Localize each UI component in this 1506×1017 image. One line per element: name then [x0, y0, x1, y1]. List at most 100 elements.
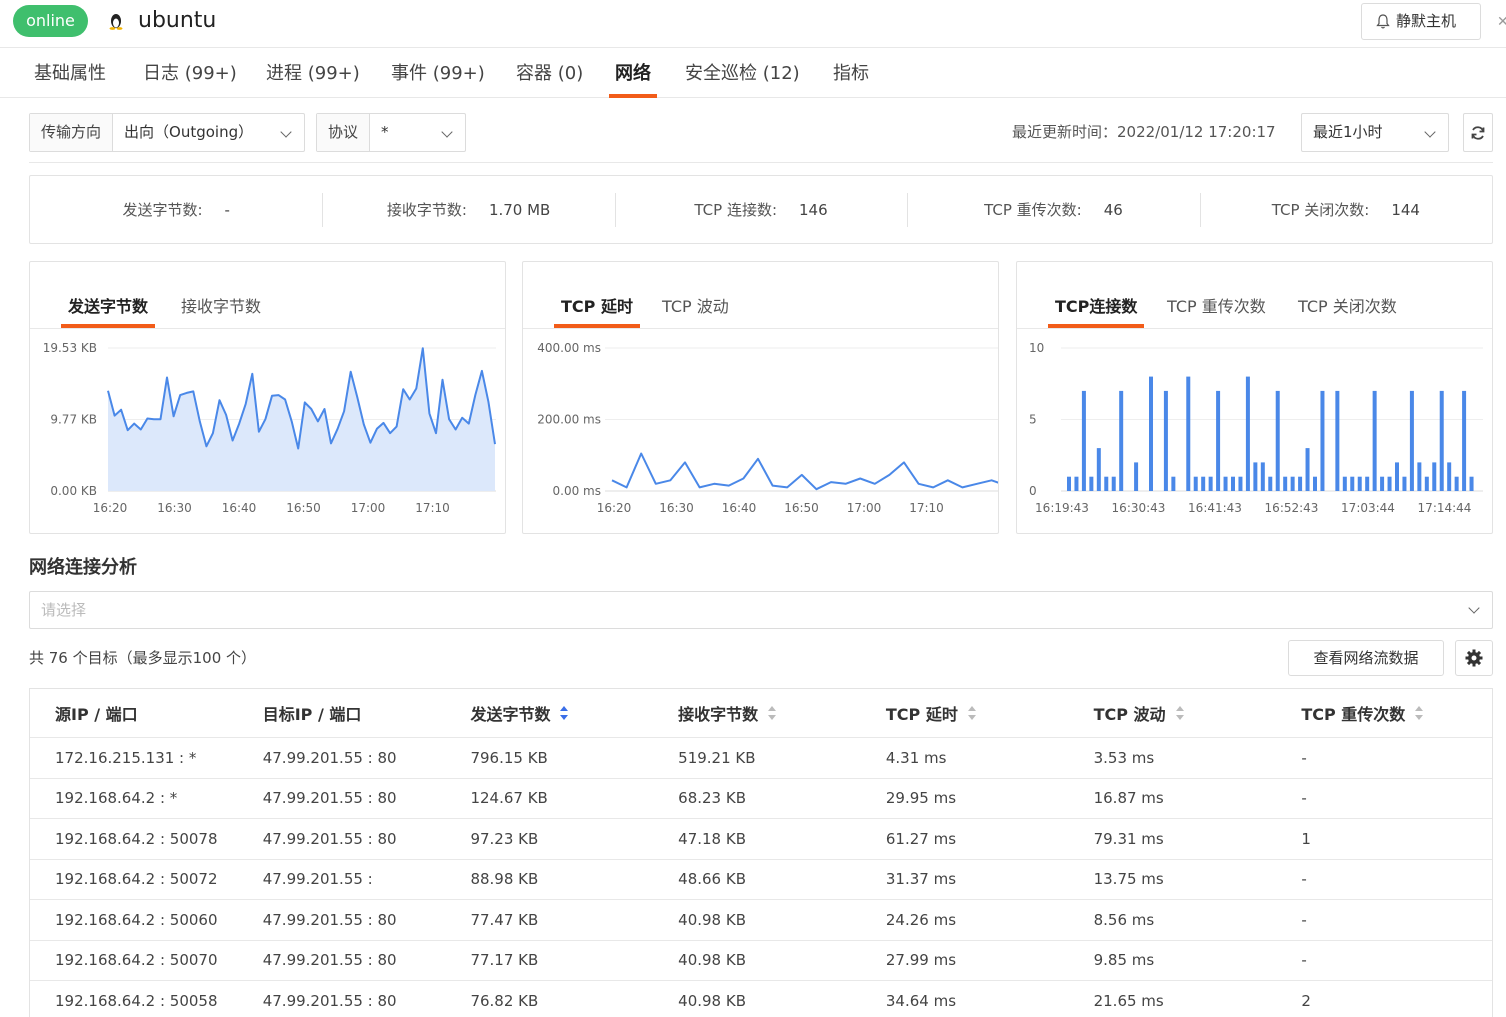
tab-tcp-retransmits[interactable]: TCP 重传次数: [1167, 296, 1266, 318]
tab-network[interactable]: 网络: [609, 49, 657, 98]
chevron-down-icon: [1468, 602, 1480, 614]
table-cell: 77.47 KB: [470, 910, 539, 929]
bar: [1163, 390, 1168, 491]
table-row[interactable]: 192.168.64.2 : 50078 47.99.201.55 : 80 97.…: [30, 819, 1492, 860]
table-cell: 47.99.201.55 :: [262, 870, 373, 889]
card-tabs: TCP 延时 TCP 波动: [523, 262, 998, 329]
target-select[interactable]: 请选择: [29, 591, 1493, 629]
bar: [1298, 476, 1303, 491]
tab-events[interactable]: 事件 (99+): [391, 49, 485, 98]
sort-icon[interactable]: [967, 706, 977, 720]
bar: [1260, 462, 1265, 491]
tab-processes[interactable]: 进程 (99+): [266, 49, 360, 98]
table-cell: -: [1301, 910, 1307, 929]
tab-tcp-jitter[interactable]: TCP 波动: [662, 296, 729, 318]
bar: [1439, 390, 1444, 491]
table-row[interactable]: 192.168.64.2 : 50058 47.99.201.55 : 80 76.…: [30, 981, 1492, 1017]
table-cell: 47.18 KB: [678, 829, 746, 848]
bar: [1305, 448, 1310, 491]
bar: [1193, 476, 1198, 491]
silence-host-button[interactable]: 静默主机: [1361, 3, 1481, 40]
table-row[interactable]: 192.168.64.2 : 50072 47.99.201.55 : 88.98 …: [30, 860, 1492, 900]
col-tcp-latency[interactable]: TCP 延时: [861, 689, 1069, 737]
col-tcp-retransmits[interactable]: TCP 重传次数: [1276, 689, 1492, 737]
col-received-bytes[interactable]: 接收字节数: [653, 689, 861, 737]
protocol-select[interactable]: 协议 *: [316, 113, 466, 152]
bar: [1089, 476, 1094, 491]
col-tcp-jitter[interactable]: TCP 波动: [1069, 689, 1277, 737]
table-cell: 796.15 KB: [470, 748, 548, 767]
direction-label: 传输方向: [30, 114, 114, 151]
bell-icon: [1376, 14, 1390, 29]
tab-basic[interactable]: 基础属性: [34, 49, 106, 98]
table-cell: 124.67 KB: [470, 789, 548, 808]
refresh-icon: [1471, 125, 1485, 140]
bar: [1335, 390, 1340, 491]
close-icon[interactable]: ✕: [1497, 14, 1506, 30]
sort-icon[interactable]: [768, 706, 777, 720]
table-cell: 61.27 ms: [885, 829, 957, 848]
tab-tcp-latency[interactable]: TCP 延时: [554, 296, 640, 328]
bar: [1275, 390, 1280, 491]
bar: [1395, 462, 1399, 491]
x-tick-label: 16:19:43: [1035, 501, 1089, 515]
bar: [1253, 462, 1258, 491]
view-flow-data-button[interactable]: 查看网络流数据: [1288, 640, 1444, 676]
connections-table: 源IP / 端口 目标IP / 端口 发送字节数 接收字节数 TCP 延时 TC…: [29, 688, 1493, 1017]
sort-icon[interactable]: [560, 706, 569, 720]
table-cell: 16.87 ms: [1093, 789, 1164, 808]
table-body: 172.16.215.131 : * 47.99.201.55 : 80 796.1…: [30, 738, 1492, 1017]
y-tick-label: 10: [1029, 341, 1044, 355]
tab-tcp-closes[interactable]: TCP 关闭次数: [1298, 296, 1397, 318]
tab-security[interactable]: 安全巡检 (12): [685, 49, 800, 98]
chevron-down-icon: [280, 126, 292, 138]
tab-tcp-connections[interactable]: TCP连接数: [1047, 296, 1145, 328]
table-cell: 76.82 KB: [470, 991, 539, 1010]
sort-icon[interactable]: [1415, 706, 1424, 720]
table-cell: 192.168.64.2 : *: [55, 789, 178, 808]
tab-logs[interactable]: 日志 (99+): [143, 49, 237, 98]
table-row[interactable]: 192.168.64.2 : 50060 47.99.201.55 : 80 77.…: [30, 900, 1492, 941]
direction-value[interactable]: 出向（Outgoing）: [113, 114, 304, 151]
bar: [1290, 476, 1295, 491]
direction-select[interactable]: 传输方向 出向（Outgoing）: [29, 113, 305, 152]
bar: [1417, 462, 1422, 491]
col-source: 源IP / 端口: [55, 705, 138, 724]
protocol-value[interactable]: *: [370, 114, 465, 151]
bar: [1216, 390, 1221, 491]
bar: [1171, 476, 1176, 491]
tab-received-bytes[interactable]: 接收字节数: [181, 296, 261, 318]
bar: [1372, 390, 1377, 491]
silence-host-label: 静默主机: [1396, 12, 1457, 30]
time-range-select[interactable]: 最近1小时: [1301, 113, 1449, 152]
sort-icon[interactable]: [1175, 706, 1185, 720]
table-settings-button[interactable]: [1455, 640, 1493, 676]
x-tick-label: 16:30: [157, 501, 192, 515]
table-cell: 192.168.64.2 : 50072: [55, 870, 218, 889]
tab-sent-bytes[interactable]: 发送字节数: [60, 296, 156, 328]
refresh-button[interactable]: [1463, 113, 1493, 152]
tab-containers[interactable]: 容器 (0): [516, 49, 583, 98]
table-header: 源IP / 端口 目标IP / 端口 发送字节数 接收字节数 TCP 延时 TC…: [30, 689, 1492, 738]
table-row[interactable]: 172.16.215.131 : * 47.99.201.55 : 80 796.1…: [30, 738, 1492, 779]
tab-metrics[interactable]: 指标: [833, 49, 869, 98]
x-tick-label: 16:40: [222, 501, 257, 515]
status-badge: online: [13, 5, 88, 37]
x-tick-label: 16:30: [659, 501, 694, 515]
bar: [1245, 376, 1250, 491]
gear-icon: [1465, 649, 1483, 667]
y-tick-label: 200.00 ms: [537, 413, 601, 427]
col-sent-bytes[interactable]: 发送字节数: [445, 689, 653, 737]
table-cell: 4.31 ms: [885, 748, 947, 767]
table-row[interactable]: 192.168.64.2 : * 47.99.201.55 : 80 124.67 …: [30, 779, 1492, 819]
x-tick-label: 16:30:43: [1112, 501, 1166, 515]
table-cell: 192.168.64.2 : 50058: [55, 991, 218, 1010]
table-row[interactable]: 192.168.64.2 : 50070 47.99.201.55 : 80 77.…: [30, 941, 1492, 981]
header: online ubuntu 静默主机 ✕: [0, 0, 1506, 48]
stat-received-bytes: 接收字节数: 1.70 MB: [322, 176, 614, 243]
table-cell: 47.99.201.55 : 80: [262, 789, 397, 808]
bar: [1320, 390, 1325, 491]
stat-tcp-closes: TCP 关闭次数: 144: [1199, 176, 1492, 243]
bar: [1342, 476, 1347, 491]
chevron-down-icon: [441, 126, 453, 138]
